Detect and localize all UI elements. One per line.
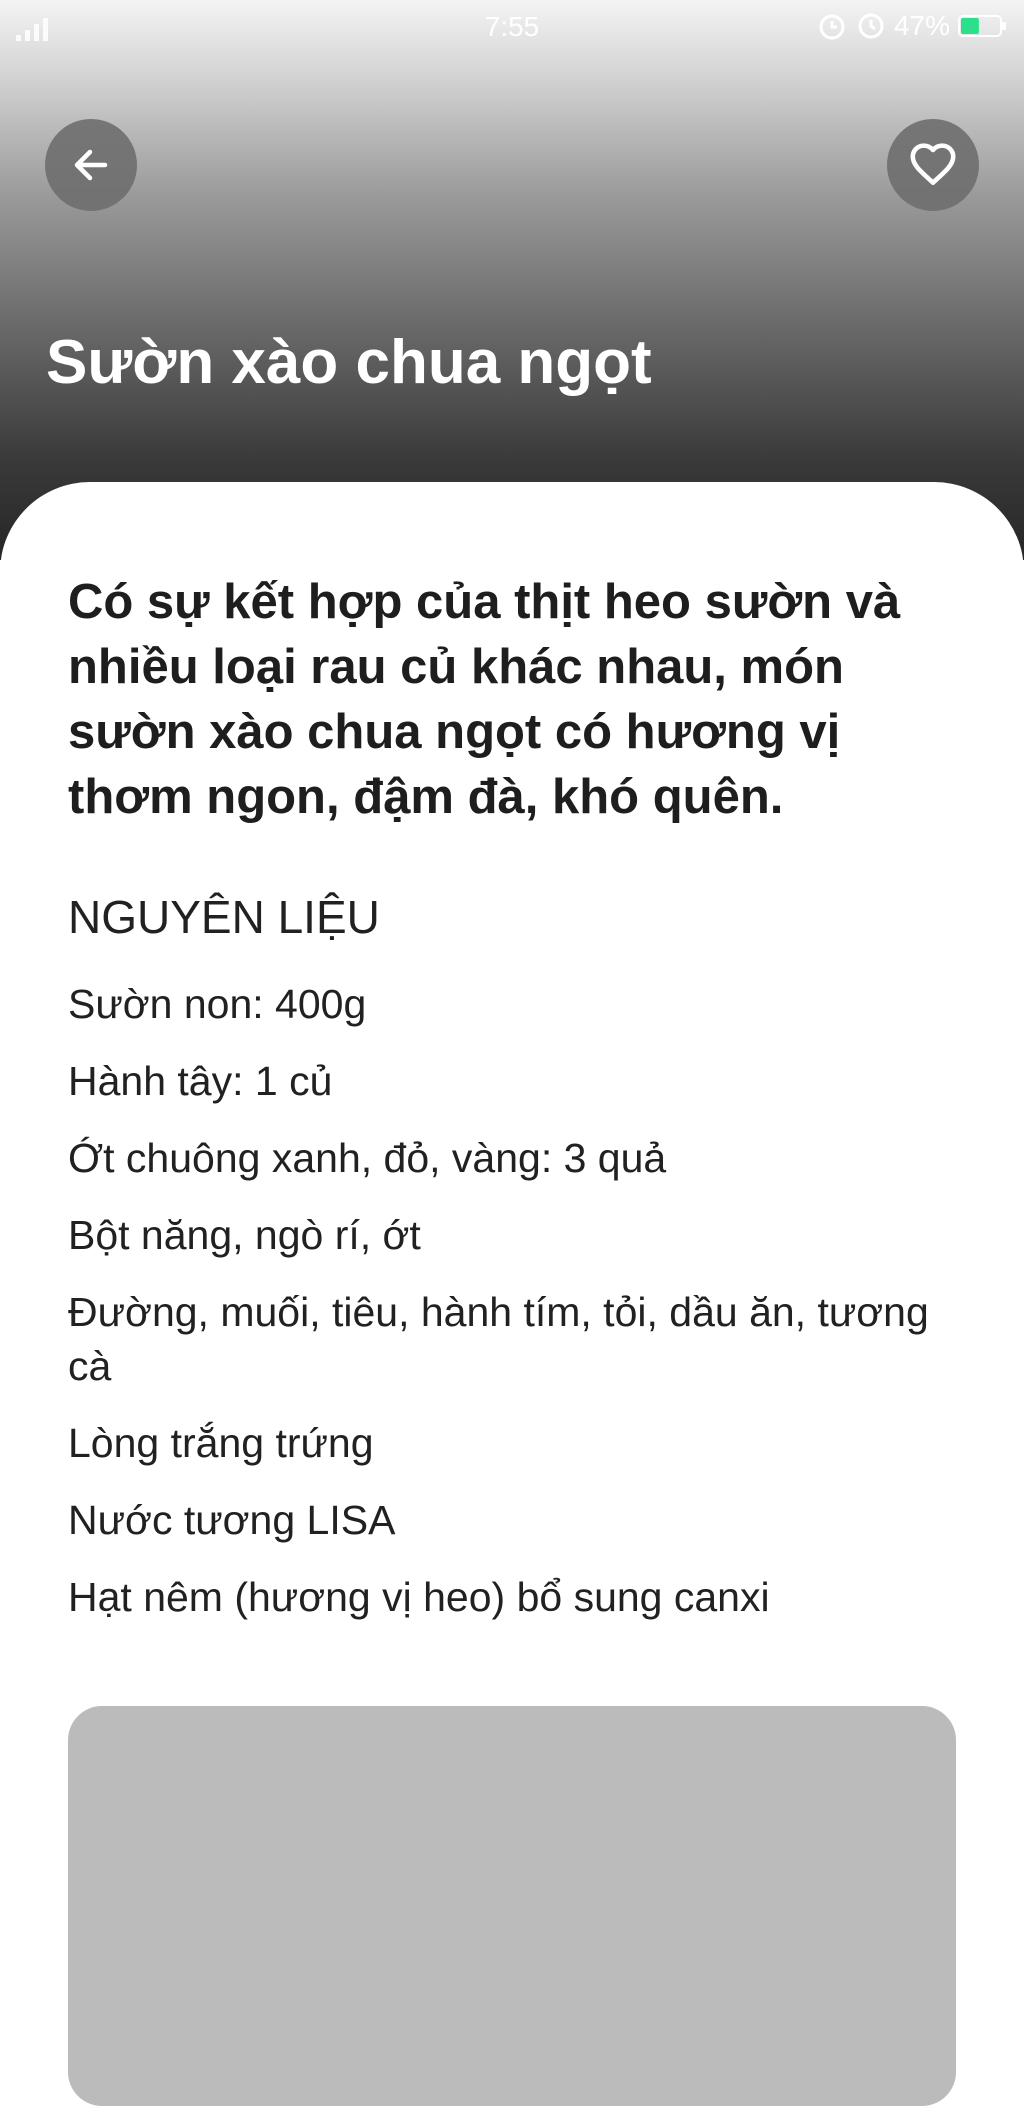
ingredient-item: Nước tương LISA	[68, 1497, 396, 1543]
recipe-description: Có sự kết hợp của thịt heo sườn và nhiều…	[68, 575, 901, 824]
ingredient-list: Sườn non: 400g Hành tây: 1 củ Ớt chuông …	[68, 977, 948, 1647]
heart-outline-icon	[908, 140, 958, 190]
status-right: 47%	[816, 10, 1008, 42]
recipe-header: 7:55 47% Sườn xào chua ngọt	[0, 0, 1024, 560]
alarm-icon	[816, 10, 848, 42]
ingredient-item: Ớt chuông xanh, đỏ, vàng: 3 quả	[68, 1135, 667, 1181]
ingredient-item: Bột năng, ngò rí, ớt	[68, 1212, 421, 1258]
battery-icon	[958, 15, 1008, 37]
recipe-image-placeholder	[68, 1706, 956, 2106]
arrow-left-icon	[69, 143, 113, 187]
ingredient-item: Hành tây: 1 củ	[68, 1058, 333, 1104]
status-bar: 7:55 47%	[0, 0, 1024, 52]
battery-percent: 47%	[893, 10, 950, 41]
ingredient-item: Hạt nêm (hương vị heo) bổ sung canxi	[68, 1574, 770, 1620]
ingredient-item: Sườn non: 400g	[68, 981, 367, 1027]
back-button[interactable]	[45, 119, 137, 211]
ingredient-item: Đường, muối, tiêu, hành tím, tỏi, dầu ăn…	[68, 1289, 929, 1389]
ingredients-heading: NGUYÊN LIỆU	[68, 891, 380, 943]
recipe-title: Sườn xào chua ngọt	[46, 328, 652, 397]
ingredient-item: Lòng trắng trứng	[68, 1420, 374, 1466]
favorite-button[interactable]	[887, 119, 979, 211]
timer-icon	[856, 11, 886, 41]
